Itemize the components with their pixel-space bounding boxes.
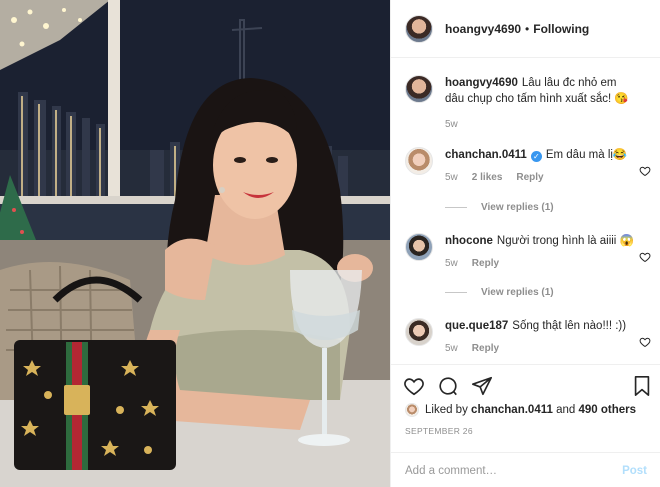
caption: hoangvy4690 Lâu lâu đc nhỏ em dâu chụp ch…	[405, 75, 655, 130]
comment-time[interactable]: 5w	[445, 172, 458, 183]
comment-likes[interactable]: 2 likes	[472, 172, 503, 183]
comments-list: hoangvy4690 Lâu lâu đc nhỏ em dâu chụp ch…	[391, 59, 660, 364]
share-icon[interactable]	[471, 375, 493, 397]
comment-text: Em dâu mà lị😂	[545, 149, 628, 161]
comment-username[interactable]: hoangvy4690	[445, 77, 518, 89]
comment-time[interactable]: 5w	[445, 119, 458, 130]
add-comment-bar: Post	[391, 452, 660, 487]
view-replies-label: View replies (1)	[481, 287, 554, 298]
liked-by-user[interactable]: chanchan.0411	[471, 404, 553, 416]
reply-button[interactable]: Reply	[516, 172, 543, 183]
verified-badge-icon: ✓	[530, 151, 542, 162]
comment-icon[interactable]	[437, 375, 459, 397]
comment-username[interactable]: chanchan.0411	[445, 149, 527, 161]
avatar[interactable]	[405, 233, 433, 261]
comment-text: Người trong hình là aiiii 😱	[496, 235, 634, 247]
comment-input[interactable]	[405, 464, 623, 477]
comment-text: Sống thật lên nào!!! :))	[512, 320, 627, 332]
comment-item: chanchan.0411 ✓ Em dâu mà lị😂 5w 2 likes R…	[405, 147, 655, 183]
following-button[interactable]: Following	[533, 22, 589, 36]
reply-button[interactable]: Reply	[472, 258, 499, 269]
separator-dot: •	[525, 21, 530, 36]
post-header: hoangvy4690 • Following	[391, 0, 660, 58]
comment-item: que.que187 Sống thật lên nào!!! :)) 5w Re…	[405, 318, 655, 354]
post-actions: Liked by chanchan.0411 and 490 others SE…	[391, 364, 660, 487]
photo-illustration	[0, 0, 390, 487]
replies-line	[445, 207, 467, 208]
comment-username[interactable]: nhocone	[445, 235, 493, 247]
action-icons	[403, 375, 653, 399]
avatar[interactable]	[405, 318, 433, 346]
view-replies-label: View replies (1)	[481, 202, 554, 213]
comment-time[interactable]: 5w	[445, 258, 458, 269]
heart-icon[interactable]	[403, 375, 425, 397]
like-comment-icon[interactable]	[639, 251, 651, 263]
bookmark-icon[interactable]	[631, 375, 653, 397]
liked-by-and: and	[556, 404, 576, 416]
post-date[interactable]: SEPTEMBER 26	[405, 426, 473, 436]
post-photo[interactable]	[0, 0, 390, 487]
post-sidebar: hoangvy4690 • Following hoangvy4690 Lâu l…	[390, 0, 660, 487]
view-replies-button[interactable]: View replies (1)	[445, 287, 554, 298]
reply-button[interactable]: Reply	[472, 343, 499, 354]
replies-line	[445, 292, 467, 293]
post-button[interactable]: Post	[622, 465, 647, 477]
avatar[interactable]	[405, 14, 433, 43]
liked-by-prefix: Liked by	[425, 404, 468, 416]
author-username[interactable]: hoangvy4690	[445, 22, 521, 36]
comment-item: nhocone Người trong hình là aiiii 😱 5w Re…	[405, 233, 655, 269]
avatar[interactable]	[405, 147, 433, 175]
comment-username[interactable]: que.que187	[445, 320, 508, 332]
like-comment-icon[interactable]	[639, 336, 651, 348]
avatar[interactable]	[405, 75, 433, 103]
liked-by: Liked by chanchan.0411 and 490 others	[405, 403, 636, 417]
like-comment-icon[interactable]	[639, 165, 651, 177]
view-replies-button[interactable]: View replies (1)	[445, 202, 554, 213]
comment-time[interactable]: 5w	[445, 343, 458, 354]
likes-count[interactable]: 490 others	[578, 404, 636, 416]
avatar[interactable]	[405, 403, 419, 417]
